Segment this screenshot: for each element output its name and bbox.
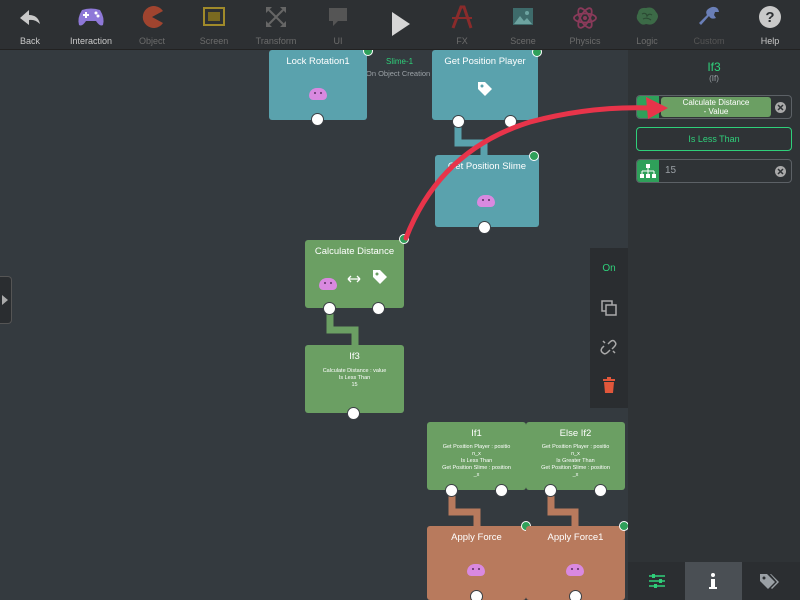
annotation-arrow [403, 97, 668, 241]
